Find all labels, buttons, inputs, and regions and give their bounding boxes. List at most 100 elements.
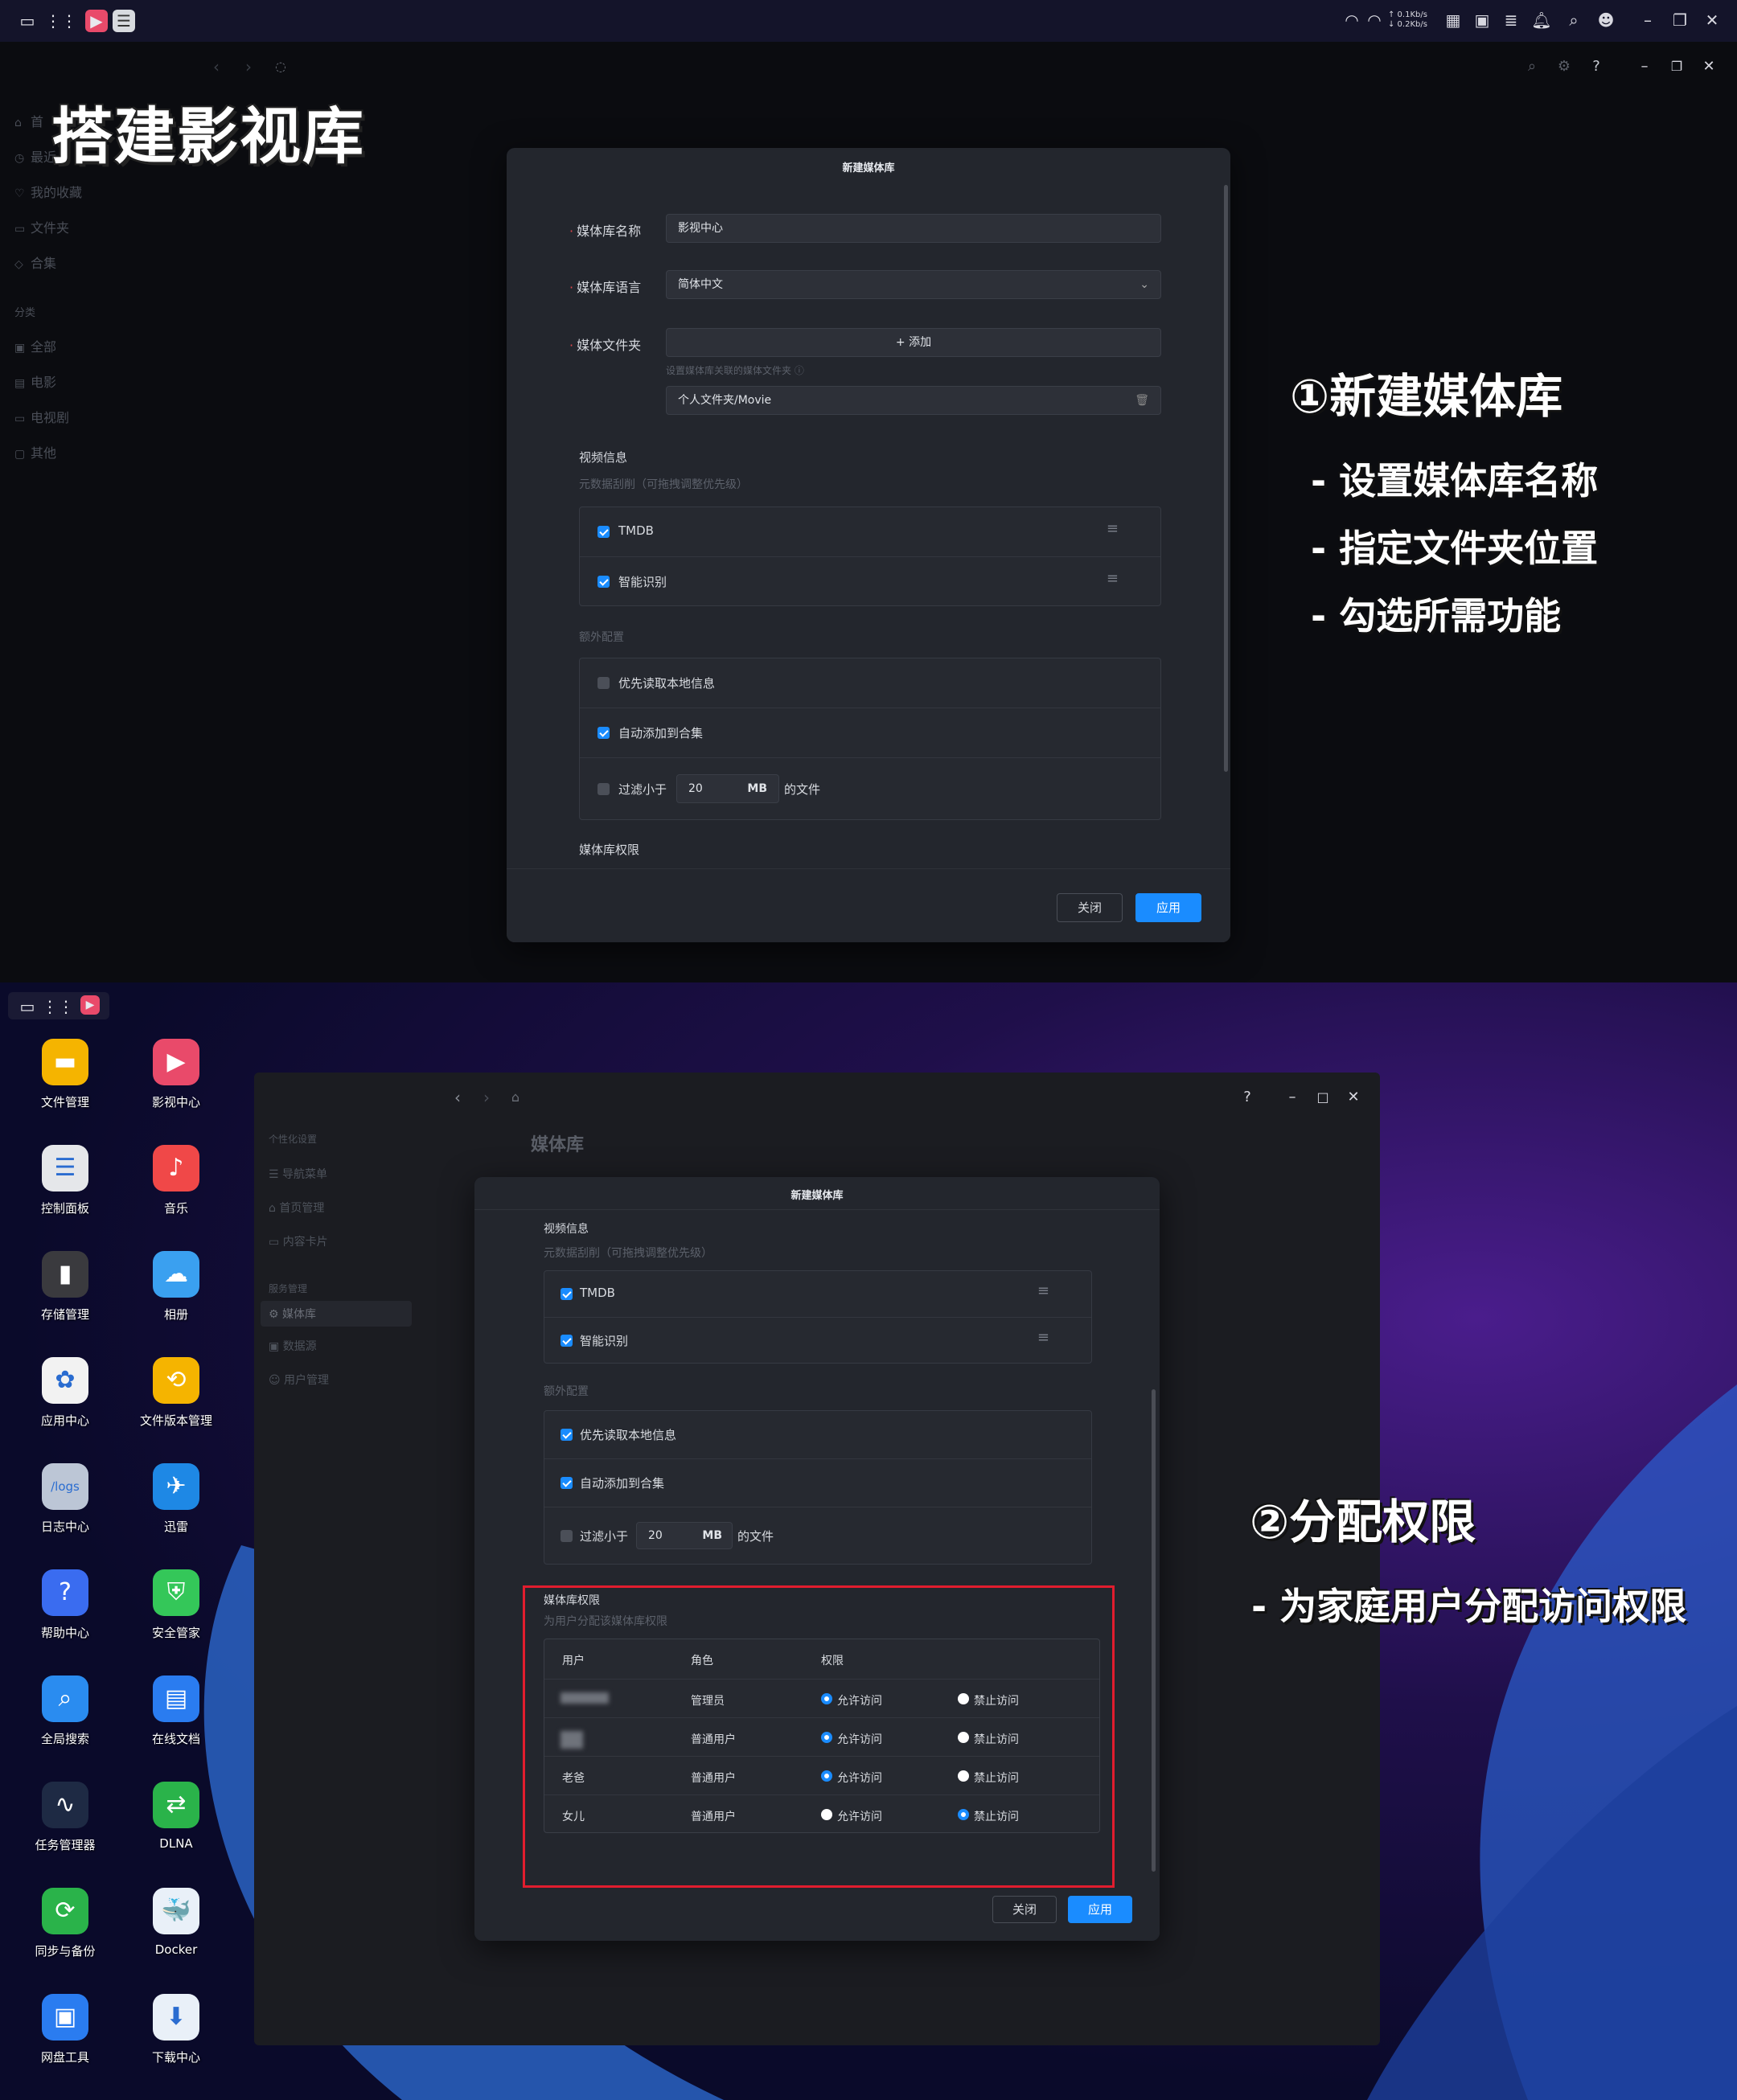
sidebar-item-tv[interactable]: ▭ 电视剧: [14, 407, 69, 426]
back-icon[interactable]: ‹: [447, 1087, 468, 1108]
side-item-home-manage[interactable]: ⌂ 首页管理: [269, 1200, 324, 1216]
scrollbar[interactable]: [1224, 185, 1228, 772]
list-item[interactable]: 过滤小于 20 MB 的文件: [544, 1507, 1091, 1565]
app-grid-icon[interactable]: ⋮⋮: [45, 10, 77, 32]
list-item[interactable]: 优先读取本地信息: [544, 1411, 1091, 1459]
list-item[interactable]: 自动添加到合集: [580, 708, 1160, 758]
list-item[interactable]: TMDB ≡: [544, 1271, 1091, 1318]
filter-size-input[interactable]: 20 MB: [636, 1522, 733, 1549]
cpu-gauge-icon[interactable]: ◠: [1341, 10, 1362, 31]
settings-list-icon[interactable]: ≣: [1501, 10, 1521, 31]
desktop-icon[interactable]: ▭: [16, 10, 39, 32]
close-button[interactable]: 关闭: [1057, 893, 1123, 922]
desktop-app-thunder[interactable]: ✈ 迅雷: [132, 1463, 220, 1535]
desktop-app-download[interactable]: ⬇ 下载中心: [132, 1994, 220, 2065]
widget-icon[interactable]: ▦: [1443, 10, 1464, 31]
back-icon[interactable]: ‹: [206, 56, 227, 77]
home-icon[interactable]: ⌂: [505, 1087, 526, 1108]
sidebar-item-recent[interactable]: ◷ 最近: [14, 146, 56, 166]
drag-handle-icon[interactable]: ≡: [1107, 520, 1119, 537]
desktop-app-cloud-drive[interactable]: ▣ 网盘工具: [21, 1994, 109, 2065]
local-info-checkbox[interactable]: [561, 1429, 573, 1441]
auto-collection-checkbox[interactable]: [597, 727, 610, 739]
scrollbar[interactable]: [1152, 1389, 1156, 1872]
video-center-taskbar-icon[interactable]: ▶: [85, 10, 108, 32]
desktop-icon[interactable]: ▭: [16, 995, 39, 1018]
tmdb-checkbox[interactable]: [597, 526, 610, 538]
close-icon[interactable]: ✕: [1343, 1087, 1364, 1108]
help-icon[interactable]: ?: [1586, 56, 1607, 77]
close-button[interactable]: 关闭: [992, 1896, 1057, 1923]
apply-button[interactable]: 应用: [1135, 893, 1201, 922]
list-item[interactable]: 优先读取本地信息: [580, 658, 1160, 708]
filter-size-input[interactable]: 20 MB: [676, 774, 779, 803]
desktop-app-security[interactable]: ⛨ 安全管家: [132, 1569, 220, 1641]
filter-size-checkbox[interactable]: [561, 1530, 573, 1542]
local-info-checkbox[interactable]: [597, 677, 610, 689]
desktop-app-sync[interactable]: ⟳ 同步与备份: [21, 1888, 109, 1959]
app-grid-icon[interactable]: ⋮⋮: [42, 995, 74, 1018]
desktop-app-task-manager[interactable]: ∿ 任务管理器: [21, 1782, 109, 1853]
control-panel-taskbar-icon[interactable]: ☰: [113, 10, 135, 32]
bell-icon[interactable]: 🔔︎: [1531, 10, 1552, 31]
list-item[interactable]: 智能识别 ≡: [544, 1318, 1091, 1364]
tmdb-checkbox[interactable]: [561, 1288, 573, 1300]
close-icon[interactable]: ✕: [1698, 56, 1719, 77]
desktop-app-version[interactable]: ⟲ 文件版本管理: [132, 1357, 220, 1429]
side-item-user-manage[interactable]: ☺ 用户管理: [269, 1372, 329, 1388]
list-item[interactable]: 自动添加到合集: [544, 1459, 1091, 1507]
side-item-nav-menu[interactable]: ☰ 导航菜单: [269, 1166, 327, 1182]
desktop-app-video[interactable]: ▶ 影视中心: [132, 1039, 220, 1110]
forward-icon[interactable]: ›: [238, 56, 259, 77]
desktop-app-photo[interactable]: ☁ 相册: [132, 1251, 220, 1323]
library-name-input[interactable]: 影视中心: [666, 214, 1161, 243]
sidebar-item-home[interactable]: ⌂ 首: [14, 111, 43, 130]
side-item-data-source[interactable]: ▣ 数据源: [269, 1338, 317, 1354]
maximize-icon[interactable]: □: [1312, 1087, 1333, 1108]
minimize-icon[interactable]: –: [1282, 1087, 1303, 1108]
auto-collection-checkbox[interactable]: [561, 1477, 573, 1489]
sidebar-item-collections[interactable]: ◇ 合集: [14, 252, 56, 272]
filter-size-checkbox[interactable]: [597, 783, 610, 795]
sidebar-item-favorites[interactable]: ♡ 我的收藏: [14, 182, 82, 201]
desktop-app-folder[interactable]: ▬ 文件管理: [21, 1039, 109, 1110]
desktop-app-log[interactable]: /logs 日志中心: [21, 1463, 109, 1535]
drag-handle-icon[interactable]: ≡: [1037, 1329, 1049, 1346]
refresh-icon[interactable]: ◌: [270, 56, 291, 77]
list-item[interactable]: TMDB ≡: [580, 507, 1160, 557]
restore-icon[interactable]: ❐: [1666, 56, 1687, 77]
monitor-icon[interactable]: ▣: [1472, 10, 1493, 31]
sidebar-item-movies[interactable]: ▤ 电影: [14, 371, 56, 391]
desktop-app-storage[interactable]: ▮ 存储管理: [21, 1251, 109, 1323]
list-item[interactable]: 智能识别 ≡: [580, 557, 1160, 607]
desktop-app-dlna[interactable]: ⇄ DLNA: [132, 1782, 220, 1851]
side-item-content-card[interactable]: ▭ 内容卡片: [269, 1233, 328, 1249]
smart-recognition-checkbox[interactable]: [561, 1335, 573, 1347]
desktop-app-docker[interactable]: 🐳 Docker: [132, 1888, 220, 1957]
search-icon[interactable]: ⌕: [1563, 10, 1584, 31]
drag-handle-icon[interactable]: ≡: [1037, 1282, 1049, 1299]
help-icon[interactable]: ?: [1237, 1087, 1258, 1108]
video-center-taskbar-icon[interactable]: ▶: [80, 995, 100, 1015]
desktop-app-music[interactable]: ♪ 音乐: [132, 1145, 220, 1216]
desktop-app-app-center[interactable]: ✿ 应用中心: [21, 1357, 109, 1429]
desktop-app-doc[interactable]: ▤ 在线文档: [132, 1675, 220, 1747]
minimize-icon[interactable]: –: [1634, 56, 1655, 77]
desktop-app-control-panel[interactable]: ☰ 控制面板: [21, 1145, 109, 1216]
list-item[interactable]: 过滤小于 20 MB 的文件: [580, 758, 1160, 821]
sidebar-item-all[interactable]: ▣ 全部: [14, 336, 56, 355]
drag-handle-icon[interactable]: ≡: [1107, 570, 1119, 587]
add-folder-button[interactable]: + 添加: [666, 328, 1161, 357]
close-icon[interactable]: ✕: [1702, 10, 1723, 31]
desktop-app-help[interactable]: ? 帮助中心: [21, 1569, 109, 1641]
ram-gauge-icon[interactable]: ◠: [1364, 10, 1385, 31]
gear-icon[interactable]: ⚙: [1554, 56, 1575, 77]
side-item-media-library[interactable]: ⚙ 媒体库: [261, 1301, 412, 1327]
sidebar-item-other[interactable]: ▢ 其他: [14, 442, 56, 461]
minimize-icon[interactable]: –: [1637, 10, 1658, 31]
desktop-app-search[interactable]: ⌕ 全局搜索: [21, 1675, 109, 1747]
forward-icon[interactable]: ›: [476, 1087, 497, 1108]
user-icon[interactable]: ☻: [1595, 10, 1616, 31]
trash-icon[interactable]: 🗑︎: [1135, 387, 1149, 414]
restore-icon[interactable]: ❐: [1669, 10, 1690, 31]
